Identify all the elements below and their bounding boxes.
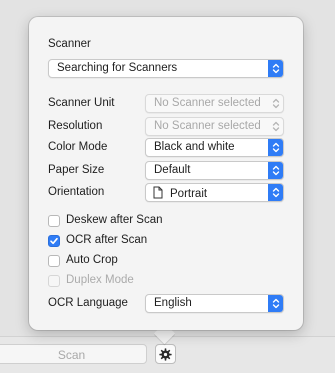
scanner-unit-label: Scanner Unit [48,97,115,109]
resolution-select[interactable]: No Scanner selected [145,117,284,136]
color-mode-value: Black and white [154,141,235,153]
scanner-select-value: Searching for Scanners [57,62,178,74]
resolution-value: No Scanner selected [154,120,261,132]
ocr-checkbox[interactable] [48,235,60,247]
updown-chevron-icon [268,118,283,135]
ocr-language-select[interactable]: English [145,294,284,313]
orientation-value: Portrait [170,188,208,200]
portrait-page-icon [153,186,163,199]
color-mode-select[interactable]: Black and white [145,138,284,157]
scanner-select[interactable]: Searching for Scanners [48,59,284,78]
updown-chevron-icon [268,95,283,112]
ocr-label: OCR after Scan [66,234,148,246]
paper-size-label: Paper Size [48,164,105,176]
resolution-label: Resolution [48,120,103,132]
scan-button[interactable]: Scan [0,344,147,364]
updown-chevron-icon [268,295,283,312]
color-mode-label: Color Mode [48,141,108,153]
orientation-label: Orientation [48,186,105,198]
updown-chevron-icon [268,162,283,179]
deskew-checkbox[interactable] [48,215,60,227]
updown-chevron-icon [268,184,283,201]
paper-size-select[interactable]: Default [145,161,284,180]
checkmark-icon [50,237,58,245]
updown-chevron-icon [268,139,283,156]
deskew-label: Deskew after Scan [66,214,163,226]
scanner-section-title: Scanner [48,38,91,50]
auto-crop-label: Auto Crop [66,254,118,266]
auto-crop-checkbox[interactable] [48,255,60,267]
paper-size-value: Default [154,164,191,176]
updown-chevron-icon [268,60,283,77]
settings-button[interactable] [155,344,176,364]
duplex-label: Duplex Mode [66,274,134,286]
ocr-language-label: OCR Language [48,297,128,309]
ocr-language-value: English [154,297,192,309]
scanner-unit-value: No Scanner selected [154,97,261,109]
gear-icon [159,347,172,361]
duplex-checkbox[interactable] [48,275,60,287]
orientation-select[interactable]: Portrait [145,183,284,202]
scanner-unit-select[interactable]: No Scanner selected [145,94,284,113]
